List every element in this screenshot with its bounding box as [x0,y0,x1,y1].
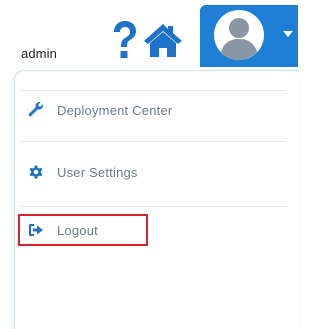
menu-username: admin [21,46,57,61]
menu-divider [20,206,286,207]
home-icon[interactable] [142,22,184,58]
menu-item-label: User Settings [57,164,138,180]
user-avatar-icon[interactable] [213,9,265,61]
menu-item-user-settings[interactable]: User Settings [20,157,138,187]
menu-item-label: Deployment Center [57,102,173,118]
app-stage: admin Deployment Center User Settings Lo… [0,0,299,329]
menu-item-logout[interactable]: Logout [20,215,98,245]
sign-out-icon [29,224,43,236]
cog-icon [29,165,43,179]
caret-down-icon[interactable] [282,30,294,38]
menu-item-deployment-center[interactable]: Deployment Center [20,95,172,125]
wrench-icon [28,102,43,117]
menu-divider [20,90,286,91]
question-icon[interactable] [111,20,137,60]
menu-divider [20,141,286,142]
menu-item-label: Logout [57,222,98,238]
